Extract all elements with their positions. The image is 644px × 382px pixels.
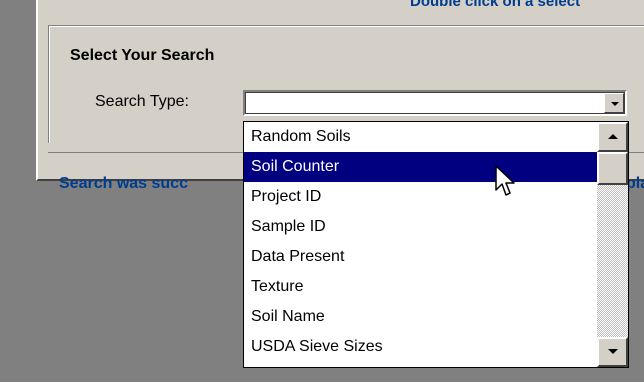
dropdown-option[interactable]: Data Present [244, 242, 597, 272]
search-type-dropdown-list[interactable]: Random Soils Soil Counter Project ID Sample… [243, 121, 629, 368]
mouse-cursor-icon [495, 165, 515, 196]
dropdown-option[interactable]: Random Soils [244, 122, 597, 152]
status-message: Search was succ [59, 175, 188, 192]
dropdown-option[interactable]: Project ID [244, 182, 597, 212]
search-type-label: Search Type: [95, 93, 189, 110]
dropdown-scrollbar[interactable] [597, 122, 628, 367]
dropdown-option[interactable]: USDA Sieve Sizes [244, 332, 597, 362]
options-list: Random Soils Soil Counter Project ID Sample… [244, 122, 628, 362]
dropdown-toggle-button[interactable] [604, 93, 624, 113]
dropdown-option[interactable]: Texture [244, 272, 597, 302]
double-click-hint-link[interactable]: Double click on a select [410, 0, 580, 10]
dropdown-option[interactable]: Sample ID [244, 212, 597, 242]
scroll-up-button[interactable] [597, 122, 628, 152]
group-title: Select Your Search [70, 47, 215, 64]
scrollbar-thumb[interactable] [597, 152, 628, 185]
chevron-down-icon [611, 102, 619, 106]
scroll-up-icon [608, 134, 618, 139]
scroll-down-button[interactable] [597, 337, 628, 367]
search-type-select[interactable] [243, 90, 627, 116]
dropdown-option[interactable]: Soil Name [244, 302, 597, 332]
scroll-down-icon [608, 349, 618, 354]
dropdown-option[interactable]: Soil Counter [244, 152, 597, 182]
